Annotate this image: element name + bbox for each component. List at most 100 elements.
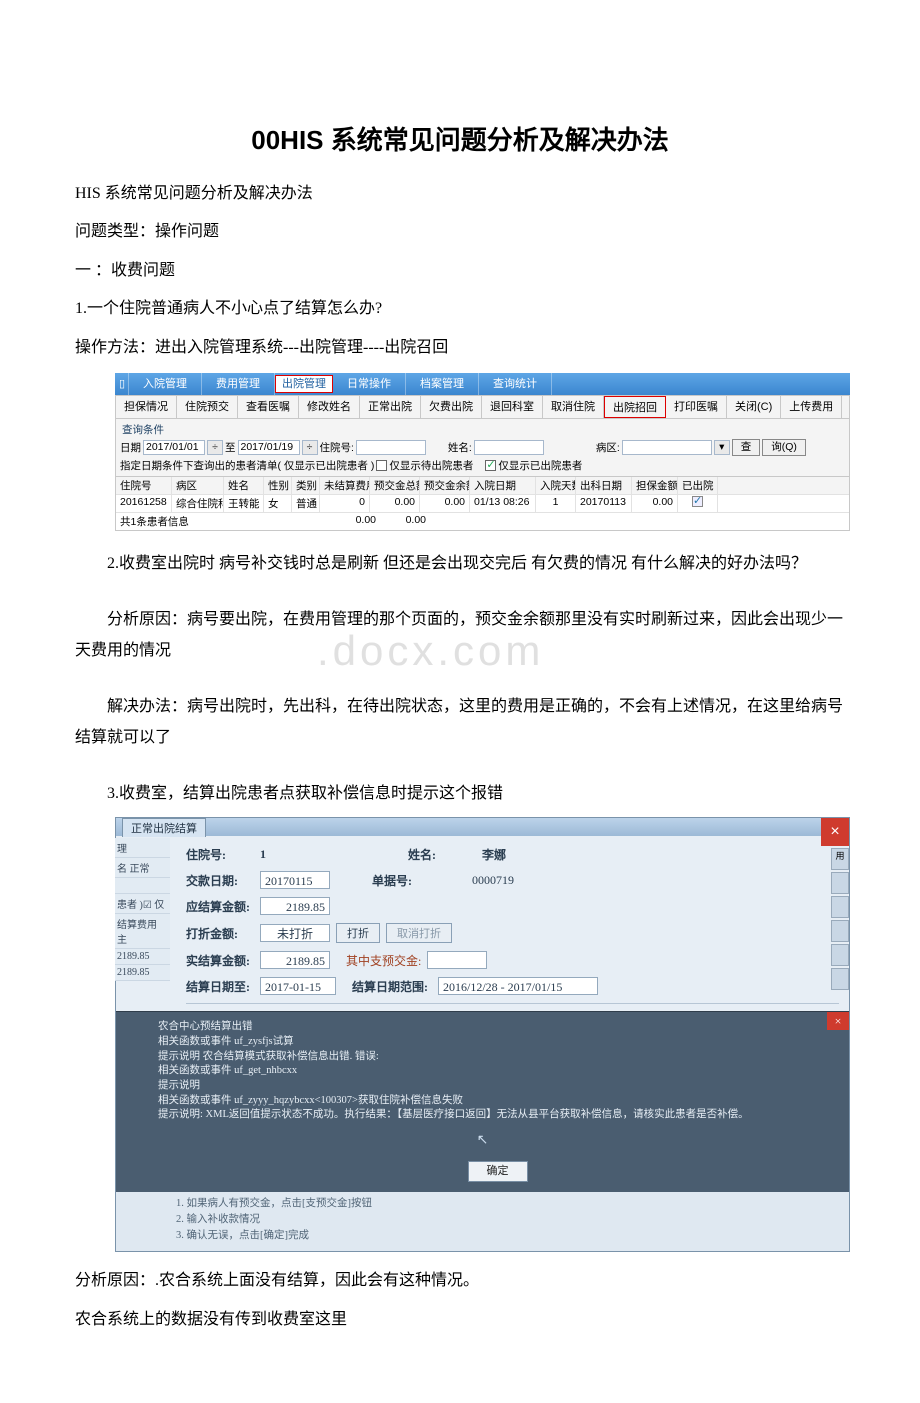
val-sjs: 2189.85 (260, 951, 330, 969)
lbl-xm: 姓名: (408, 846, 476, 863)
chk-discharged[interactable] (485, 460, 496, 471)
v-bq: 综合住院科 (172, 495, 224, 512)
grid-footer: 共1条患者信息 0.00 0.00 (116, 513, 849, 530)
lbl-yjs: 应结算金额: (186, 898, 254, 915)
v-zyh: 20161258 (116, 495, 172, 512)
problem-type: 问题类型：操作问题 (75, 217, 845, 247)
app-icon: ▯ (115, 373, 129, 395)
btn-cancel-adm[interactable]: 取消住院 (543, 396, 604, 418)
h-yjye: 预交金余额 (420, 477, 470, 494)
lbl-zyh: 住院号: (186, 846, 254, 863)
v-ryrq: 01/13 08:26 (470, 495, 536, 512)
chk-pending[interactable] (376, 460, 387, 471)
a2a: 分析原因：病号要出院，在费用管理的那个页面的，预交金余额那里没有实时刷新过来，因… (75, 605, 845, 666)
ls-gap (115, 878, 170, 894)
btn-upload-fee[interactable]: 上传费用 (781, 396, 842, 418)
v-yjze: 0.00 (370, 495, 420, 512)
rs-icon-1[interactable] (831, 872, 849, 894)
btn-ok[interactable]: 确定 (468, 1161, 528, 1182)
btn-cancel-discount[interactable]: 取消打折 (386, 923, 452, 943)
lbl-chk1: 仅显示待出院患者 (389, 458, 473, 473)
a2a-text: 分析原因：病号要出院，在费用管理的那个页面的，预交金余额那里没有实时刷新过来，因… (75, 611, 843, 658)
doc-title: 00HIS 系统常见问题分析及解决办法 (75, 120, 845, 157)
h-ryrq: 入院日期 (470, 477, 536, 494)
btn-close[interactable]: 关闭(C) (727, 396, 781, 418)
close-icon[interactable]: × (821, 818, 849, 846)
tab-archive[interactable]: 档案管理 (406, 373, 479, 395)
err-l6: 提示说明: XML返回值提示状态不成功。执行结果：【基层医疗接口返回】无法从县平… (158, 1108, 837, 1123)
filter-title: 查询条件 (120, 421, 845, 438)
h-yjze: 预交金总额 (370, 477, 420, 494)
rs-icon-3[interactable] (831, 920, 849, 942)
lbl-djh: 单据号: (372, 872, 440, 889)
tab-query[interactable]: 查询统计 (479, 373, 552, 395)
a2b: 解决办法：病号出院时，先出科，在待出院状态，这里的费用是正确的，不会有上述情况，… (75, 692, 845, 753)
btn-recall-discharge[interactable]: 出院招回 (604, 396, 666, 418)
lbl-qzzf: 其中支预交金: (346, 952, 421, 969)
error-close-icon[interactable]: × (827, 1012, 849, 1030)
btn-query[interactable]: 询(Q) (762, 439, 806, 456)
val-djh: 0000719 (472, 873, 514, 888)
h-ycy: 已出院 (678, 477, 718, 494)
ls-1: 名 正常 (115, 858, 170, 878)
btn-cha[interactable]: 查 (732, 439, 761, 456)
a3b: 农合系统上的数据没有传到收费室这里 (75, 1305, 845, 1335)
grid-head: 住院号 病区 姓名 性别 类别 未结算费用 预交金总额 预交金余额 入院日期 入… (116, 477, 849, 495)
btn-view-order[interactable]: 查看医嘱 (238, 396, 299, 418)
err-l4: 提示说明 (158, 1079, 837, 1094)
val-jsrq[interactable]: 2017-01-15 (260, 977, 336, 995)
btn-edit-name[interactable]: 修改姓名 (299, 396, 360, 418)
val-jkrq[interactable]: 20170115 (260, 871, 330, 889)
screenshot-2: 正常出院结算 × 理 名 正常 患者 )☑ 仅 结算费用 主 2189.85 2… (115, 817, 850, 1252)
date-to[interactable]: 2017/01/19 (238, 440, 300, 455)
rs-icon-5[interactable] (831, 968, 849, 990)
rs-icon-4[interactable] (831, 944, 849, 966)
subtitle: HIS 系统常见问题分析及解决办法 (75, 179, 845, 209)
btn-prepay[interactable]: 住院预交 (177, 396, 238, 418)
err-l3: 相关函数或事件 uf_get_nhbcxx (158, 1064, 837, 1079)
q2: 2.收费室出院时 病号补交钱时总是刷新 但还是会出现交完后 有欠费的情况 有什么… (75, 549, 845, 579)
btn-guarantee[interactable]: 担保情况 (116, 396, 177, 418)
btn-discount[interactable]: 打折 (336, 923, 380, 943)
err-l0: 农合中心预结算出错 (158, 1020, 837, 1035)
q3: 3.收费室，结算出院患者点获取补偿信息时提示这个报错 (75, 779, 845, 809)
btn-return-dept[interactable]: 退回科室 (482, 396, 543, 418)
tab-daily[interactable]: 日常操作 (333, 373, 406, 395)
toolbar: 担保情况 住院预交 查看医嘱 修改姓名 正常出院 欠费出院 退回科室 取消住院 … (115, 395, 850, 419)
foot-1: 1. 如果病人有预交金，点击[支预交金]按钮 (176, 1196, 839, 1212)
v-wjs: 0 (320, 495, 370, 512)
rs-btn[interactable]: 用 (831, 848, 849, 870)
dialog-title: 正常出院结算 (122, 818, 206, 837)
tab-admission[interactable]: 入院管理 (129, 373, 202, 395)
v-xb: 女 (264, 495, 292, 512)
tab-fee[interactable]: 费用管理 (202, 373, 275, 395)
rs-icon-2[interactable] (831, 896, 849, 918)
date-from[interactable]: 2017/01/01 (143, 440, 205, 455)
h-xm: 姓名 (224, 477, 264, 494)
date-to-spin[interactable]: ÷ (302, 440, 318, 455)
h-wjs: 未结算费用 (320, 477, 370, 494)
lbl-jkrq: 交款日期: (186, 872, 254, 889)
tab-discharge[interactable]: 出院管理 (275, 375, 333, 393)
sel-bq[interactable] (622, 440, 712, 455)
lbl-xm: 姓名: (448, 440, 472, 455)
h-ryts: 入院天数 (536, 477, 576, 494)
inp-zyh[interactable] (356, 440, 426, 455)
date-from-spin[interactable]: ÷ (207, 440, 223, 455)
table-row[interactable]: 20161258 综合住院科 王转能 女 普通 0 0.00 0.00 01/1… (116, 495, 849, 513)
btn-debt-discharge[interactable]: 欠费出院 (421, 396, 482, 418)
val-zyh: 1 (260, 847, 286, 862)
section-1: 一 ：收费问题 (75, 256, 845, 286)
val-yjs: 2189.85 (260, 897, 330, 915)
btn-print-order[interactable]: 打印医嘱 (666, 396, 727, 418)
h-dbje: 担保金额 (632, 477, 678, 494)
v-ckrq: 20170113 (576, 495, 632, 512)
btn-normal-discharge[interactable]: 正常出院 (360, 396, 421, 418)
val-jsfw: 2016/12/28 - 2017/01/15 (438, 977, 598, 995)
val-xm: 李娜 (482, 846, 506, 863)
dropdown-icon[interactable]: ▾ (714, 440, 730, 455)
h-xb: 性别 (264, 477, 292, 494)
error-panel: × 农合中心预结算出错 相关函数或事件 uf_zysfjs试算 提示说明 农合结… (116, 1011, 849, 1192)
inp-xm[interactable] (474, 440, 544, 455)
val-qzzf[interactable] (427, 951, 487, 969)
